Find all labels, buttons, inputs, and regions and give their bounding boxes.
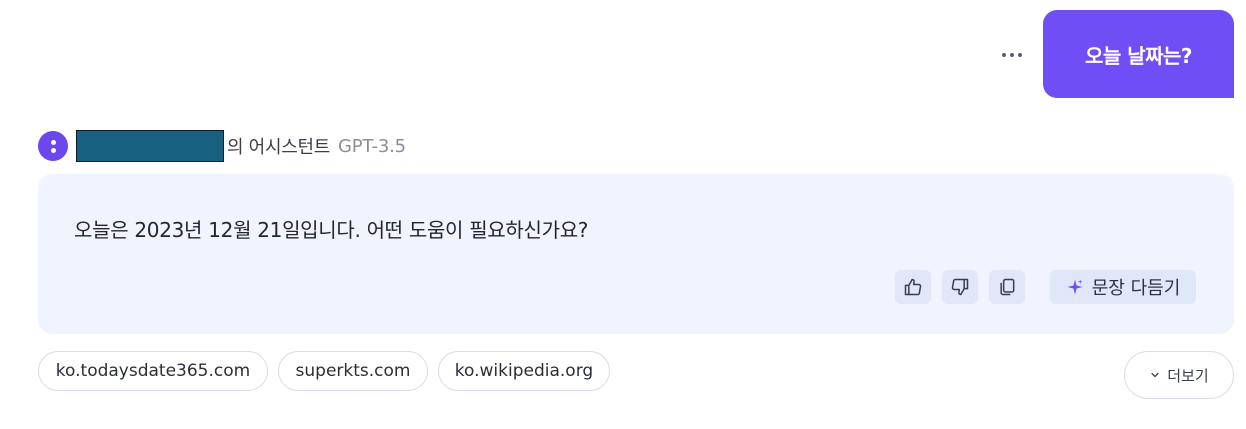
source-chip-label: ko.todaysdate365.com	[55, 361, 251, 381]
copy-icon	[1000, 278, 1015, 296]
model-name: GPT-3.5	[337, 135, 406, 157]
sparkle-icon	[1067, 279, 1083, 295]
source-chip-label: superkts.com	[295, 361, 411, 381]
message-more-button[interactable]	[995, 40, 1029, 70]
assistant-answer-text: 오늘은 2023년 12월 21일입니다. 어떤 도움이 필요하신가요?	[74, 218, 589, 242]
more-dot	[1010, 53, 1014, 57]
more-horizontal-icon	[1002, 53, 1006, 57]
source-chip[interactable]: superkts.com	[278, 351, 428, 391]
source-chip[interactable]: ko.todaysdate365.com	[38, 351, 268, 391]
polish-sentence-label: 문장 다듬기	[1091, 278, 1181, 299]
chat-view: 오늘 날짜는? 의 어시스턴트 GPT-3.5 오늘은 2023년 12월 21…	[0, 0, 1246, 429]
copy-button[interactable]	[989, 270, 1025, 304]
more-sources-label: 더보기	[1167, 366, 1209, 385]
source-chip[interactable]: ko.wikipedia.org	[438, 351, 610, 391]
assistant-name-suffix: 의 어시스턴트	[227, 137, 330, 158]
user-message-text: 오늘 날짜는?	[1084, 43, 1193, 68]
chevron-down-icon	[1151, 372, 1159, 378]
assistant-answer-card: 오늘은 2023년 12월 21일입니다. 어떤 도움이 필요하신가요? 문장 …	[38, 174, 1234, 334]
assistant-avatar-icon	[38, 131, 68, 161]
more-dot	[1018, 53, 1022, 57]
thumbs-up-icon	[904, 278, 922, 296]
more-sources-button[interactable]: 더보기	[1124, 351, 1234, 399]
polish-sentence-button[interactable]: 문장 다듬기	[1050, 270, 1196, 304]
redacted-name-block	[76, 130, 224, 162]
thumbs-down-icon	[951, 278, 969, 296]
source-chip-label: ko.wikipedia.org	[454, 361, 594, 381]
dislike-button[interactable]	[942, 270, 978, 304]
assistant-header: 의 어시스턴트 GPT-3.5	[38, 129, 406, 163]
user-message-bubble: 오늘 날짜는?	[1043, 10, 1234, 98]
like-button[interactable]	[895, 270, 931, 304]
